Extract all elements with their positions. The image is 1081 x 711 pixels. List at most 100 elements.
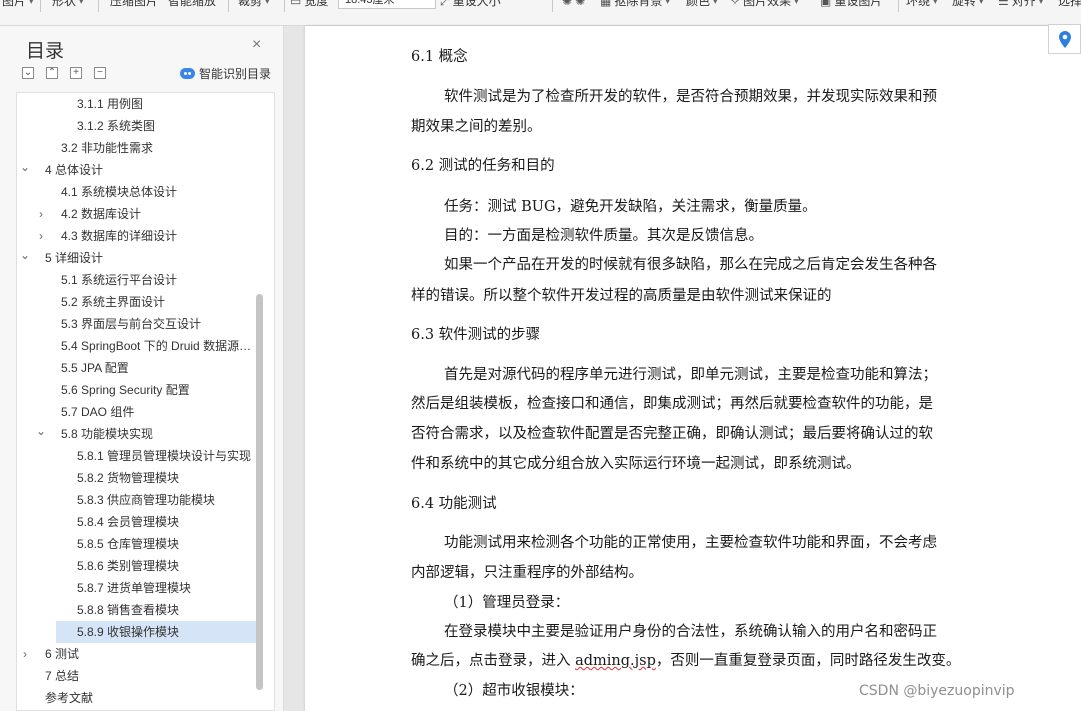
toc-item[interactable]: 5.8.1 管理员管理模块设计与实现 (17, 445, 261, 467)
paragraph-line: 件和系统中的其它成分组合放入实际运行环境一起测试，即系统测试。 (411, 456, 861, 472)
toc-item[interactable]: › 6 测试 (17, 643, 261, 665)
remove-level-icon[interactable]: − (94, 67, 106, 79)
toc-item-label: 5.5 JPA 配置 (61, 361, 129, 375)
toc-item[interactable]: ⌄ 4 总体设计 (17, 159, 261, 181)
toolbar-crop[interactable]: 裁剪 ▾ (238, 0, 270, 11)
toolbar-divider (98, 0, 99, 12)
location-pin-icon (1059, 31, 1071, 48)
toc-item[interactable]: 参考文献 (17, 687, 261, 709)
toc-item-label: 7 总结 (45, 669, 80, 683)
toc-item[interactable]: 5.6 Spring Security 配置 (17, 379, 261, 401)
toolbar-shape[interactable]: 形状 ▾ (52, 0, 84, 11)
toolbar-select[interactable]: 选择 (1058, 0, 1081, 11)
toolbar-reset-size[interactable]: ⤢ 重设大小 (440, 0, 501, 11)
toc-item[interactable]: 4.1 系统模块总体设计 (17, 181, 261, 203)
toc-item-label: 6 测试 (45, 647, 80, 661)
toc-item[interactable]: 5.8.8 销售查看模块 (17, 599, 261, 621)
toc-item[interactable]: 5.8.2 货物管理模块 (17, 467, 261, 489)
add-level-icon[interactable]: + (70, 67, 82, 79)
toolbar-remove-background[interactable]: ▦ 抠除背景 ▾ (600, 0, 670, 11)
section-heading: 6.1 概念 (411, 49, 468, 65)
toc-item[interactable]: 7 总结 (17, 665, 261, 687)
toc-item-label: 5.7 DAO 组件 (61, 405, 135, 419)
toc-item[interactable]: 5.8.4 会员管理模块 (17, 511, 261, 533)
toc-item[interactable]: 5.4 SpringBoot 下的 Druid 数据源配置 (17, 335, 261, 357)
smart-toc-label: 智能识别目录 (199, 67, 272, 81)
toc-item-label: 3.2 非功能性需求 (61, 141, 154, 155)
paragraph-line: 如果一个产品在开发的时候就有很多缺陷，那么在完成之后肯定会发生各种各 (444, 257, 937, 273)
toolbar-width-label: ▭ 宽度 (290, 0, 328, 11)
toc-item[interactable]: ⌄ 5.8 功能模块实现 (17, 423, 261, 445)
toc-item[interactable]: 5.8.3 供应商管理功能模块 (17, 489, 261, 511)
spellcheck-word: adming.jsp (575, 653, 656, 669)
toc-item-label: 5.8.1 管理员管理模块设计与实现 (77, 449, 252, 463)
width-icon: ▭ (290, 0, 302, 8)
paragraph-line: （2）超市收银模块： (444, 683, 584, 699)
remove-background-icon: ▦ (600, 0, 612, 8)
toc-item[interactable]: 5.8.6 类别管理模块 (17, 555, 261, 577)
watermark: CSDN @biyezuopinvip (859, 683, 1015, 699)
toolbar-rotate[interactable]: 旋转 ▾ (952, 0, 984, 11)
toolbar-wrap[interactable]: 环绕 ▾ (906, 0, 938, 11)
toc-item[interactable]: 3.2 非功能性需求 (17, 137, 261, 159)
toolbar-divider (284, 0, 285, 12)
toc-item[interactable]: 5.5 JPA 配置 (17, 357, 261, 379)
toc-item[interactable]: ⌄ 5 详细设计 (17, 247, 261, 269)
collapse-all-icon[interactable]: ⌄ (22, 67, 34, 79)
paragraph-line: 期效果之间的差别。 (411, 119, 542, 135)
toc-item-label: 3.1.1 用例图 (77, 97, 144, 111)
toolbar-smart-zoom[interactable]: 智能缩放 (168, 0, 216, 11)
paragraph-line: 否符合需求，以及检查软件配置是否完整正确，即确认测试；最后要将确认过的软 (411, 426, 933, 442)
toc-item[interactable]: 5.8.9 收银操作模块 (56, 621, 256, 643)
width-input[interactable]: 18.43厘米 (338, 0, 436, 9)
toolbar-reset-picture[interactable]: ▣ 重设图片 (820, 0, 882, 11)
toc-item[interactable]: 3.1.2 系统类图 (17, 115, 261, 137)
toolbar-picture[interactable]: 图片 ▾ (2, 0, 34, 11)
toc-item-label: 5 详细设计 (45, 251, 104, 265)
toc-item[interactable]: 5.1 系统运行平台设计 (17, 269, 261, 291)
toolbar-picture-effects[interactable]: ✧ 图片效果 ▾ (730, 0, 799, 11)
toc-item[interactable]: › 4.3 数据库的详细设计 (17, 225, 261, 247)
toc-item[interactable]: 5.3 界面层与前台交互设计 (17, 313, 261, 335)
toc-item[interactable]: 5.2 系统主界面设计 (17, 291, 261, 313)
chevron-down-icon[interactable]: ⌄ (19, 159, 31, 178)
toc-item[interactable]: › 4.2 数据库设计 (17, 203, 261, 225)
expand-all-icon[interactable]: ⌃ (46, 67, 58, 79)
toc-item[interactable]: 5.7 DAO 组件 (17, 401, 261, 423)
toolbar-divider (552, 0, 553, 12)
toc-item-label: 5.8.8 销售查看模块 (77, 603, 180, 617)
paragraph-line: 确之后，点击登录，进入 adming.jsp，否则一直重复登录页面，同时路径发生… (411, 649, 960, 670)
smart-toc-button[interactable]: 智能识别目录 (180, 65, 271, 82)
section-heading: 6.2 测试的任务和目的 (411, 158, 555, 174)
toc-item-label: 5.1 系统运行平台设计 (61, 273, 178, 287)
chevron-down-icon[interactable]: ⌄ (19, 247, 31, 266)
toolbar-align[interactable]: ☰ 对齐 ▾ (998, 0, 1043, 11)
document-area: 6.1 概念 软件测试是为了检查所开发的软件，是否符合预期效果，并发现实际效果和预… (285, 26, 1081, 711)
chevron-right-icon[interactable]: › (35, 203, 47, 225)
toc-title: 目录 (26, 41, 65, 62)
toc-item-label: 5.8.9 收银操作模块 (77, 625, 180, 639)
toolbar-compress[interactable]: 压缩图片 (110, 0, 158, 11)
toc-item[interactable]: 3.1.1 用例图 (17, 93, 261, 115)
chevron-right-icon[interactable]: › (19, 643, 31, 665)
toc-item-label: 5.2 系统主界面设计 (61, 295, 166, 309)
chevron-right-icon[interactable]: › (35, 225, 47, 247)
toc-item-label: 5.8.4 会员管理模块 (77, 515, 180, 529)
close-icon[interactable]: × (252, 36, 261, 54)
toc-item[interactable]: 5.8.5 仓库管理模块 (17, 533, 261, 555)
brightness-icon: ✺ (562, 0, 573, 8)
effects-icon: ✧ (730, 0, 741, 8)
paragraph-line: 样的错误。所以整个软件开发过程的高质量是由软件测试来保证的 (411, 288, 832, 304)
toc-item-label: 4 总体设计 (45, 163, 104, 177)
toc-item-label: 5.3 界面层与前台交互设计 (61, 317, 202, 331)
text-segment: ，否则一直重复登录页面，同时路径发生改变。 (655, 653, 961, 669)
toolbar-color[interactable]: 颜色 ▾ (686, 0, 718, 11)
chevron-down-icon[interactable]: ⌄ (35, 423, 47, 442)
toc-sidebar: 目录 × ⌄ ⌃ + − 智能识别目录 3.1.1 用例图 3.1.2 系统类图 3… (0, 26, 284, 711)
document-page[interactable]: 6.1 概念 软件测试是为了检查所开发的软件，是否符合预期效果，并发现实际效果和预… (305, 26, 1081, 711)
toc-scrollbar[interactable] (256, 294, 263, 690)
toc-item[interactable]: 5.8.7 进货单管理模块 (17, 577, 261, 599)
navigation-pin-button[interactable] (1048, 24, 1081, 54)
align-icon: ☰ (998, 0, 1009, 8)
toolbar-adjust[interactable]: ✺ ✺ (562, 0, 585, 11)
